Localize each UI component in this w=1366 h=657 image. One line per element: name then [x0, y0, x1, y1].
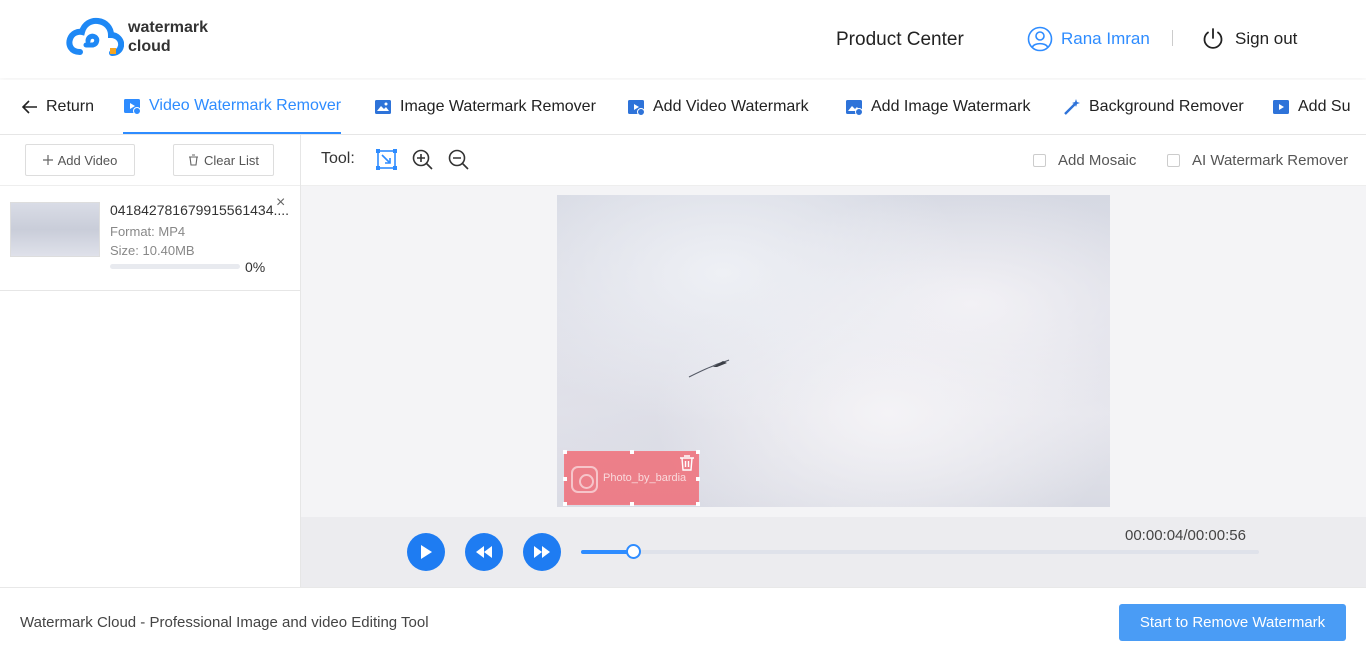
start-remove-watermark-button[interactable]: Start to Remove Watermark [1119, 604, 1346, 641]
resize-handle[interactable] [563, 450, 567, 454]
file-progress-bar [110, 264, 240, 269]
resize-handle[interactable] [696, 502, 700, 506]
logo-line2: cloud [128, 38, 171, 55]
fast-forward-icon [534, 546, 550, 558]
sign-out-label: Sign out [1235, 29, 1298, 48]
remove-file-icon[interactable]: × [276, 194, 285, 212]
file-progress-percent: 0% [245, 259, 266, 275]
size-label: Size: [110, 243, 139, 258]
tool-tabs: Return Video Watermark Remover Image Wat… [0, 80, 1366, 135]
image-add-icon [845, 98, 863, 116]
video-player-controls: 00:00:04/00:00:56 [301, 517, 1366, 587]
checkbox-box[interactable] [1033, 154, 1046, 167]
magic-wand-icon [1063, 98, 1081, 116]
add-video-button[interactable]: Add Video [25, 144, 135, 176]
resize-handle[interactable] [563, 477, 567, 481]
tab-label: Video Watermark Remover [149, 97, 342, 114]
rewind-button[interactable] [465, 533, 503, 571]
resize-handle[interactable] [696, 450, 700, 454]
video-preview-area: Photo_by_bardia [301, 186, 1366, 517]
video-frame[interactable]: Photo_by_bardia [557, 195, 1110, 507]
arrow-left-icon [22, 100, 38, 114]
user-icon [1027, 26, 1053, 52]
clear-list-label: Clear List [204, 152, 259, 168]
tab-video-watermark-remover[interactable]: Video Watermark Remover [123, 80, 342, 134]
video-thumbnail [10, 202, 100, 257]
tab-label: Image Watermark Remover [400, 98, 596, 115]
subtitle-icon [1272, 98, 1290, 116]
fast-forward-button[interactable] [523, 533, 561, 571]
checkbox-box[interactable] [1167, 154, 1180, 167]
ai-remover-label: AI Watermark Remover [1192, 152, 1349, 169]
rewind-icon [476, 546, 492, 558]
image-icon [374, 98, 392, 116]
resize-handle[interactable] [696, 477, 700, 481]
tab-label: Add Image Watermark [871, 98, 1031, 115]
power-icon [1203, 28, 1223, 49]
tab-label: Add Su [1298, 98, 1351, 115]
watermark-selection-box[interactable]: Photo_by_bardia [563, 450, 700, 506]
add-video-label: Add Video [57, 152, 118, 168]
cloud-logo-icon [66, 17, 124, 56]
resize-handle[interactable] [563, 502, 567, 506]
file-name: 04184278167991556143​4.... [110, 202, 288, 218]
size-value: 10.40MB [142, 243, 195, 258]
tab-label: Background Remover [1089, 98, 1244, 115]
add-mosaic-label: Add Mosaic [1058, 152, 1137, 169]
play-icon [421, 545, 432, 559]
sign-out-button[interactable]: Sign out [1201, 27, 1297, 51]
resize-handle[interactable] [630, 450, 634, 454]
tab-label: Add Video Watermark [653, 98, 809, 115]
tab-background-remover[interactable]: Background Remover [1063, 80, 1244, 134]
logo[interactable]: watermark cloud [66, 16, 208, 58]
user-name: Rana Imran [1061, 29, 1150, 48]
tab-add-subtitle[interactable]: Add Su [1272, 80, 1350, 134]
bird-silhouette [688, 359, 730, 378]
tool-bar: Tool: Add Mosaic AI Watermark Remover [301, 135, 1366, 186]
zoom-out-icon[interactable] [448, 149, 469, 170]
video-add-icon [627, 98, 645, 116]
video-icon [123, 97, 141, 115]
ai-watermark-remover-checkbox[interactable]: AI Watermark Remover [1167, 152, 1348, 169]
footer-tagline: Watermark Cloud - Professional Image and… [20, 614, 429, 631]
logo-line1: watermark [128, 19, 209, 36]
file-list-toolbar: Add Video Clear List [0, 135, 300, 186]
delete-selection-icon[interactable] [678, 454, 696, 477]
list-item[interactable]: 04184278167991556143​4.... Format: MP4 S… [0, 186, 300, 291]
seek-bar[interactable] [581, 544, 1259, 559]
header-divider [1172, 30, 1173, 46]
file-format: Format: MP4 [110, 224, 185, 239]
tab-add-video-watermark[interactable]: Add Video Watermark [627, 80, 809, 134]
zoom-in-icon[interactable] [412, 149, 433, 170]
footer-bar: Watermark Cloud - Professional Image and… [0, 587, 1366, 657]
return-button[interactable]: Return [22, 80, 94, 134]
trash-icon [188, 154, 199, 166]
instagram-icon [571, 466, 598, 493]
tab-image-watermark-remover[interactable]: Image Watermark Remover [374, 80, 596, 134]
product-center-link[interactable]: Product Center [836, 29, 964, 51]
format-value: MP4 [158, 224, 186, 239]
tool-label: Tool: [321, 150, 355, 167]
plus-icon [42, 155, 53, 165]
timecode: 00:00:04/00:00:56 [1125, 527, 1246, 544]
user-menu[interactable]: Rana Imran [1027, 26, 1150, 52]
select-area-icon[interactable] [376, 149, 397, 170]
return-label: Return [46, 98, 95, 115]
watermark-text: Photo_by_bardia [603, 472, 687, 484]
play-button[interactable] [407, 533, 445, 571]
clear-list-button[interactable]: Clear List [173, 144, 274, 176]
tab-add-image-watermark[interactable]: Add Image Watermark [845, 80, 1030, 134]
file-size: Size: 10.40MB [110, 243, 195, 258]
seek-knob[interactable] [626, 544, 642, 559]
top-header: watermark cloud Product Center Rana Imra… [0, 0, 1366, 78]
add-mosaic-checkbox[interactable]: Add Mosaic [1033, 152, 1136, 169]
format-label: Format: [110, 224, 155, 239]
resize-handle[interactable] [630, 502, 634, 506]
file-list-panel: Add Video Clear List 0418427816799155614… [0, 135, 301, 587]
